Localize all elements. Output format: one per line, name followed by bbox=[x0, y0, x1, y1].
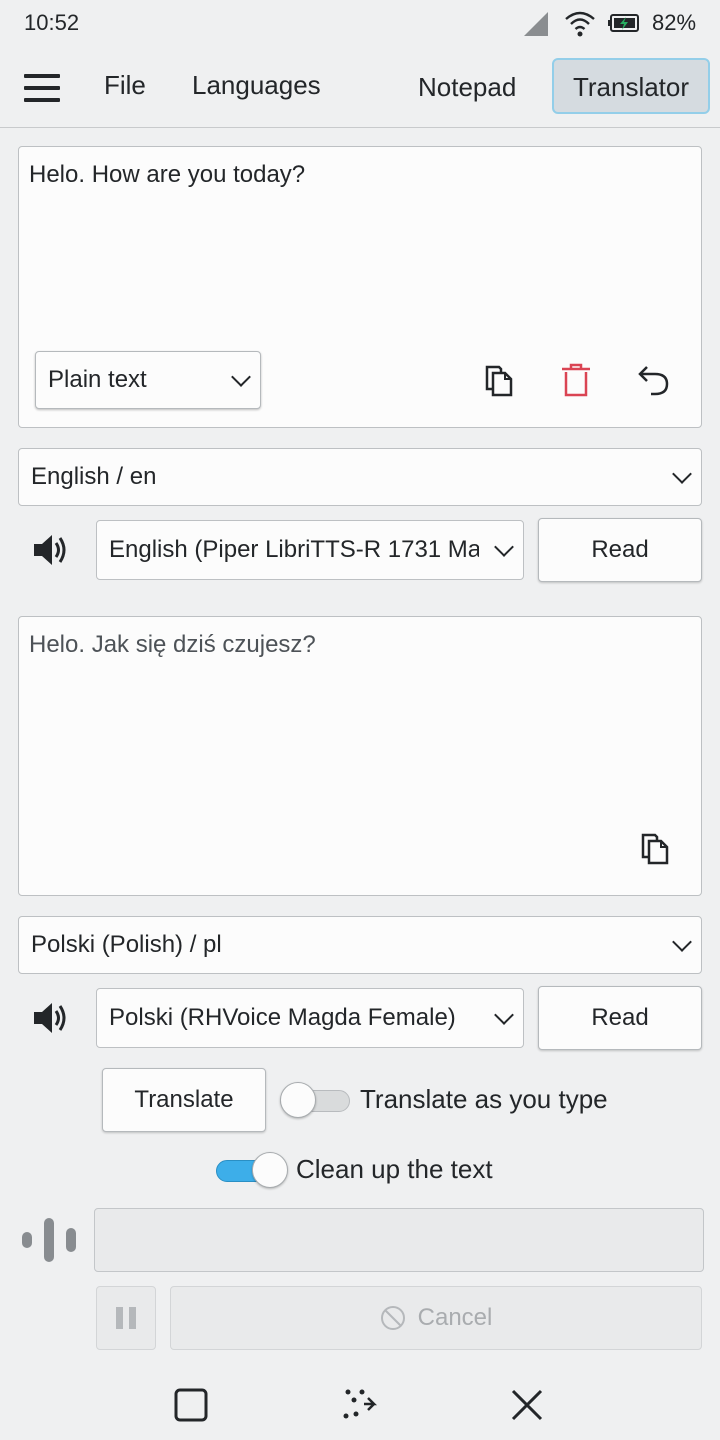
cancel-icon bbox=[380, 1306, 405, 1330]
pause-icon bbox=[116, 1307, 136, 1329]
source-text-area[interactable]: Helo. How are you today? Plain text bbox=[18, 146, 702, 428]
undo-icon[interactable] bbox=[637, 363, 671, 397]
pause-button[interactable] bbox=[96, 1286, 156, 1350]
chevron-down-icon bbox=[494, 537, 514, 557]
battery-percent: 82% bbox=[652, 10, 697, 35]
battery-icon bbox=[608, 14, 639, 32]
close-icon[interactable] bbox=[510, 1388, 544, 1422]
translate-button[interactable]: Translate bbox=[102, 1068, 266, 1132]
chevron-down-icon bbox=[672, 932, 692, 952]
clean-up-label: Clean up the text bbox=[296, 1154, 493, 1184]
translate-as-you-type-label: Translate as you type bbox=[360, 1084, 608, 1114]
translate-as-you-type-switch[interactable] bbox=[280, 1082, 352, 1118]
speaker-icon[interactable] bbox=[30, 530, 70, 570]
chevron-down-icon bbox=[672, 464, 692, 484]
source-language-select[interactable]: English / en bbox=[18, 448, 702, 506]
menu-languages[interactable]: Languages bbox=[192, 70, 321, 101]
target-language-select[interactable]: Polski (Polish) / pl bbox=[18, 916, 702, 974]
source-text[interactable]: Helo. How are you today? bbox=[29, 161, 305, 189]
menu-file[interactable]: File bbox=[104, 70, 146, 101]
toolbar: File Languages Notepad Translator bbox=[0, 56, 720, 128]
wifi-icon bbox=[565, 11, 595, 37]
target-read-button[interactable]: Read bbox=[538, 986, 702, 1050]
target-language-value: Polski (Polish) / pl bbox=[31, 931, 222, 958]
clean-up-switch[interactable] bbox=[216, 1152, 288, 1188]
target-text-area[interactable]: Helo. Jak się dziś czujesz? bbox=[18, 616, 702, 896]
progress-bar bbox=[94, 1208, 704, 1272]
delete-icon[interactable] bbox=[559, 363, 593, 397]
source-language-value: English / en bbox=[31, 463, 157, 490]
format-select[interactable]: Plain text bbox=[35, 351, 261, 409]
signal-icon bbox=[524, 12, 548, 36]
source-voice-value: English (Piper LibriTTS-R 1731 Male) bbox=[109, 536, 479, 563]
cancel-label: Cancel bbox=[417, 1304, 493, 1331]
overview-icon[interactable] bbox=[174, 1388, 208, 1422]
audio-wave-icon bbox=[22, 1218, 76, 1262]
source-read-button[interactable]: Read bbox=[538, 518, 702, 582]
target-text[interactable]: Helo. Jak się dziś czujesz? bbox=[29, 631, 316, 659]
chevron-down-icon bbox=[494, 1005, 514, 1025]
target-voice-select[interactable]: Polski (RHVoice Magda Female) bbox=[96, 988, 524, 1048]
hamburger-menu-icon[interactable] bbox=[24, 74, 60, 102]
cancel-button[interactable]: Cancel bbox=[170, 1286, 702, 1350]
copy-icon[interactable] bbox=[481, 363, 515, 397]
source-voice-select[interactable]: English (Piper LibriTTS-R 1731 Male) bbox=[96, 520, 524, 580]
format-select-value: Plain text bbox=[48, 366, 147, 393]
tab-translator[interactable]: Translator bbox=[552, 58, 710, 114]
tab-notepad[interactable]: Notepad bbox=[400, 58, 534, 114]
speaker-icon[interactable] bbox=[30, 998, 70, 1038]
status-time: 10:52 bbox=[24, 10, 80, 35]
keyboard-switch-icon[interactable] bbox=[340, 1386, 378, 1422]
chevron-down-icon bbox=[231, 367, 251, 387]
copy-icon[interactable] bbox=[637, 831, 671, 865]
target-voice-value: Polski (RHVoice Magda Female) bbox=[109, 1004, 456, 1031]
